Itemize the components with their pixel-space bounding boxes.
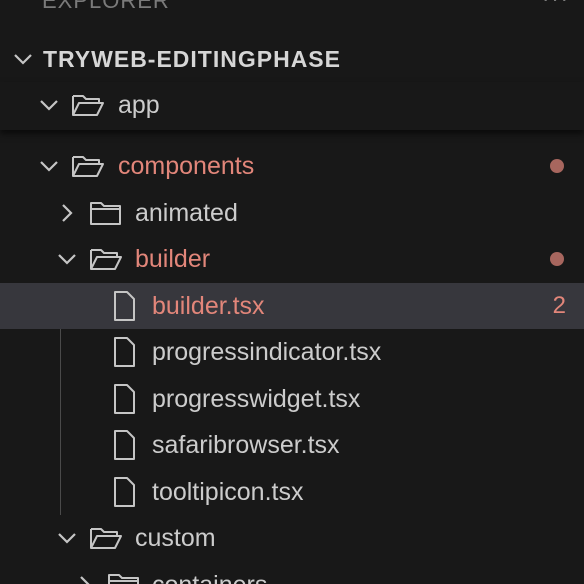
modified-indicator — [550, 252, 564, 266]
chevron-down-icon — [54, 246, 80, 272]
file-icon — [106, 288, 142, 324]
folder-open-icon — [88, 520, 124, 556]
file-icon — [106, 381, 142, 417]
chevron-down-icon — [10, 46, 36, 72]
chevron-down-icon — [36, 153, 62, 179]
explorer-title: EXPLORER — [42, 0, 170, 13]
file-label: progressindicator.tsx — [152, 337, 382, 366]
modified-indicator — [550, 159, 564, 173]
explorer-panel: EXPLORER ··· TRYWEB-EDITINGPHASE app pad… — [0, 0, 584, 584]
tree-row-file[interactable]: progresswidget.tsx — [0, 376, 584, 422]
file-label: safaribrowser.tsx — [152, 430, 340, 459]
file-label: tooltipicon.tsx — [152, 477, 304, 506]
chevron-right-icon — [54, 200, 80, 226]
file-icon — [106, 334, 142, 370]
folder-label-animated: animated — [135, 198, 238, 227]
chevron-down-icon — [36, 92, 62, 118]
file-label: builder.tsx — [152, 291, 265, 320]
tree-row-custom[interactable]: custom — [0, 515, 584, 561]
chevron-down-icon — [54, 525, 80, 551]
tree-row-builder[interactable]: builder — [0, 236, 584, 282]
file-icon — [106, 474, 142, 510]
problems-count-badge: 2 — [552, 292, 566, 319]
folder-label-components: components — [118, 151, 255, 180]
chevron-right-icon — [72, 572, 98, 584]
tree-row-file[interactable]: tooltipicon.tsx — [0, 469, 584, 515]
root-folder-label: TRYWEB-EDITINGPHASE — [43, 45, 341, 72]
sticky-folder-header[interactable]: app — [0, 82, 584, 130]
tree-row-file[interactable]: progressindicator.tsx — [0, 329, 584, 375]
folder-icon — [106, 567, 142, 584]
tree-row-file[interactable]: safaribrowser.tsx — [0, 422, 584, 468]
folder-label-custom: custom — [135, 523, 216, 552]
tree-row-file[interactable]: builder.tsx 2 — [0, 283, 584, 329]
folder-label-app: app — [118, 90, 160, 119]
folder-open-icon — [70, 87, 106, 123]
file-label: progresswidget.tsx — [152, 384, 361, 413]
file-icon — [106, 427, 142, 463]
tree-row-animated[interactable]: animated — [0, 190, 584, 236]
folder-open-icon — [88, 241, 124, 277]
tree-row-components[interactable]: components — [0, 143, 584, 189]
tree-row-containers[interactable]: containers — [0, 562, 584, 584]
folder-label-containers: containers — [152, 571, 267, 584]
tree-root-row[interactable]: TRYWEB-EDITINGPHASE — [0, 36, 584, 82]
folder-label-builder: builder — [135, 244, 211, 273]
more-actions-icon[interactable]: ··· — [542, 0, 570, 12]
folder-icon — [88, 195, 124, 231]
folder-open-icon — [70, 148, 106, 184]
